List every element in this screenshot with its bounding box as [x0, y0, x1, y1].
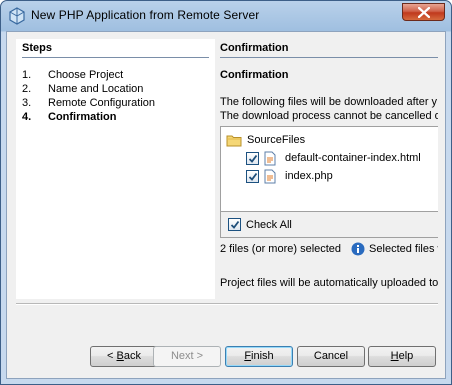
- file-checkbox[interactable]: [246, 169, 259, 183]
- file-name: index.php: [285, 170, 333, 182]
- title-bar[interactable]: New PHP Application from Remote Server: [1, 1, 451, 31]
- file-checkbox[interactable]: [246, 151, 259, 165]
- info-icon: [351, 242, 365, 256]
- content-panel: Confirmation Confirmation The following …: [216, 39, 438, 299]
- description-line-2: The download process cannot be cancelled…: [220, 110, 438, 122]
- folder-icon: [226, 135, 242, 146]
- window-title: New PHP Application from Remote Server: [31, 8, 260, 22]
- tree-file-row[interactable]: index.php: [246, 168, 333, 184]
- check-all-box[interactable]: [228, 218, 241, 231]
- bottom-divider-highlight: [16, 304, 438, 305]
- steps-header: Steps: [22, 42, 52, 54]
- next-button[interactable]: Next >: [153, 346, 221, 367]
- close-button[interactable]: [402, 3, 445, 21]
- step-item-confirmation: 4. Confirmation: [22, 110, 155, 124]
- step-number: 1.: [22, 69, 32, 81]
- check-all-bar: Check All: [220, 212, 438, 238]
- content-header: Confirmation: [220, 42, 289, 54]
- upload-note: Project files will be automatically uplo…: [220, 277, 438, 289]
- help-mnemonic: H: [390, 350, 399, 362]
- cancel-button[interactable]: Cancel: [297, 346, 365, 367]
- check-all-checkbox[interactable]: Check All: [228, 218, 292, 231]
- selection-info-text: Selected files w: [369, 243, 438, 255]
- steps-divider: [22, 57, 209, 58]
- selection-status: 2 files (or more) selected Selected file…: [220, 242, 438, 256]
- php-file-icon: [264, 169, 276, 183]
- section-title: Confirmation: [220, 69, 289, 81]
- back-button[interactable]: < Back: [90, 346, 158, 367]
- html-file-icon: [264, 151, 276, 165]
- step-item-choose-project: 1. Choose Project: [22, 68, 155, 82]
- step-number: 3.: [22, 97, 32, 109]
- step-label: Confirmation: [48, 111, 117, 123]
- description-line-1: The following files will be downloaded a…: [220, 96, 438, 108]
- tree-root-label: SourceFiles: [247, 134, 306, 146]
- checkmark-icon: [248, 172, 258, 181]
- tree-root-row[interactable]: SourceFiles: [226, 132, 305, 148]
- dialog-window: New PHP Application from Remote Server S…: [0, 0, 452, 385]
- netbeans-app-icon: [9, 7, 25, 25]
- step-label: Choose Project: [48, 69, 124, 81]
- file-name: default-container-index.html: [285, 152, 421, 164]
- help-rest: elp: [398, 350, 414, 362]
- description-text: The following files will be downloaded a…: [220, 95, 438, 123]
- content-divider: [220, 57, 438, 58]
- step-label: Name and Location: [48, 83, 144, 95]
- dialog-client-area: Steps 1. Choose Project 2. Name and Locati…: [6, 31, 446, 379]
- check-all-label: Check All: [246, 218, 292, 231]
- tree-file-row[interactable]: default-container-index.html: [246, 150, 421, 166]
- back-mnemonic: B: [116, 350, 124, 362]
- selection-count-text: 2 files (or more) selected: [220, 243, 342, 255]
- checkmark-icon: [230, 220, 240, 229]
- checkmark-icon: [248, 154, 258, 163]
- back-prefix: <: [107, 350, 117, 362]
- close-icon: [418, 7, 430, 18]
- step-item-name-location: 2. Name and Location: [22, 82, 155, 96]
- step-number: 4.: [22, 111, 32, 123]
- help-button[interactable]: Help: [368, 346, 436, 367]
- step-item-remote-configuration: 3. Remote Configuration: [22, 96, 155, 110]
- file-tree[interactable]: SourceFiles default-container-index.html: [220, 126, 438, 212]
- back-rest: ack: [123, 350, 141, 362]
- steps-panel: Steps 1. Choose Project 2. Name and Locati…: [16, 39, 215, 299]
- finish-rest: inish: [251, 350, 274, 362]
- step-label: Remote Configuration: [48, 97, 156, 109]
- step-number: 2.: [22, 83, 32, 95]
- finish-button[interactable]: Finish: [225, 346, 293, 367]
- steps-list: 1. Choose Project 2. Name and Location 3. R…: [22, 68, 155, 124]
